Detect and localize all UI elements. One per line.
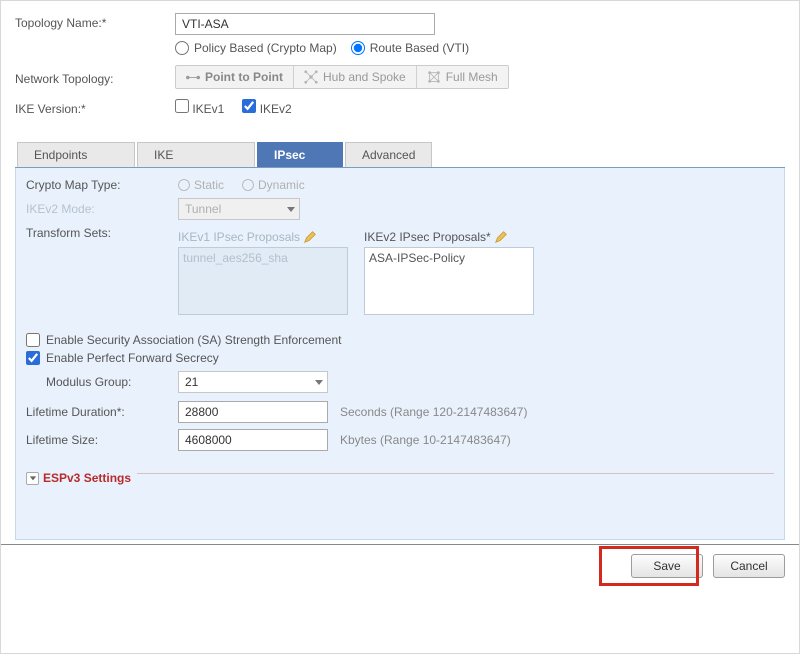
- network-topology-label: Network Topology:: [15, 69, 175, 86]
- sa-strength-label: Enable Security Association (SA) Strengt…: [46, 333, 341, 347]
- crypto-static-radio: Static: [178, 178, 224, 192]
- route-based-text: Route Based (VTI): [370, 41, 469, 55]
- topology-name-input[interactable]: [175, 13, 435, 35]
- ikev2-mode-select: Tunnel: [178, 198, 300, 220]
- route-based-radio-label[interactable]: Route Based (VTI): [351, 41, 469, 55]
- chevron-down-icon: [315, 380, 323, 385]
- dialog-footer: Save Cancel: [1, 544, 799, 586]
- ipsec-panel: Crypto Map Type: Static Dynamic IKEv2 Mo…: [15, 168, 785, 540]
- tab-advanced[interactable]: Advanced: [345, 142, 432, 167]
- seg-full-mesh[interactable]: Full Mesh: [417, 66, 508, 88]
- seg-point-to-point[interactable]: Point to Point: [176, 66, 294, 88]
- topology-name-label: Topology Name:*: [15, 13, 175, 30]
- ikev2-checkbox[interactable]: [242, 99, 256, 113]
- lifetime-size-label: Lifetime Size:: [26, 433, 178, 447]
- seg-hub-and-spoke[interactable]: Hub and Spoke: [294, 66, 417, 88]
- mesh-icon: [427, 70, 441, 84]
- policy-based-radio-label[interactable]: Policy Based (Crypto Map): [175, 41, 337, 55]
- vpn-topology-editor: Topology Name:* Policy Based (Crypto Map…: [1, 1, 799, 544]
- tab-endpoints[interactable]: Endpoints: [17, 142, 135, 167]
- ptp-icon: [186, 70, 200, 84]
- lifetime-duration-input[interactable]: [178, 401, 328, 423]
- sa-strength-checkbox[interactable]: [26, 333, 40, 347]
- transform-sets-label: Transform Sets:: [26, 226, 178, 240]
- route-based-radio[interactable]: [351, 41, 365, 55]
- policy-based-text: Policy Based (Crypto Map): [194, 41, 337, 55]
- network-topology-segmented: Point to Point Hub and Spoke Full Mesh: [175, 65, 509, 89]
- espv3-settings-header[interactable]: ESPv3 Settings: [26, 471, 131, 485]
- ikev2-proposals-list[interactable]: ASA-IPSec-Policy: [364, 247, 534, 315]
- pencil-icon[interactable]: [494, 230, 508, 244]
- pfs-checkbox[interactable]: [26, 351, 40, 365]
- ikev2-checkbox-label[interactable]: IKEv2: [242, 99, 291, 116]
- ikev2-mode-label: IKEv2 Mode:: [26, 202, 178, 216]
- hub-icon: [304, 70, 318, 84]
- policy-based-radio[interactable]: [175, 41, 189, 55]
- crypto-map-type-options: Static Dynamic: [178, 178, 305, 192]
- crypto-dynamic-radio: Dynamic: [242, 178, 305, 192]
- ikev1-checkbox-label[interactable]: IKEv1: [175, 99, 224, 116]
- disclosure-icon[interactable]: [26, 472, 39, 485]
- ike-version-label: IKE Version:*: [15, 99, 175, 116]
- ikev1-proposals-title: IKEv1 IPsec Proposals: [178, 230, 348, 244]
- lifetime-size-help: Kbytes (Range 10-2147483647): [340, 433, 511, 447]
- tab-ike[interactable]: IKE: [137, 142, 255, 167]
- tab-ipsec[interactable]: IPsec: [257, 142, 343, 167]
- lifetime-size-input[interactable]: [178, 429, 328, 451]
- cancel-button[interactable]: Cancel: [713, 554, 785, 578]
- divider: [137, 473, 774, 474]
- modulus-group-select[interactable]: 21: [178, 371, 328, 393]
- ipsec-tabstrip: Endpoints IKE IPsec Advanced: [15, 142, 785, 168]
- save-button[interactable]: Save: [631, 554, 703, 578]
- lifetime-duration-label: Lifetime Duration*:: [26, 405, 178, 419]
- pencil-icon: [303, 230, 317, 244]
- lifetime-duration-help: Seconds (Range 120-2147483647): [340, 405, 527, 419]
- crypto-map-type-label: Crypto Map Type:: [26, 178, 178, 192]
- modulus-group-label: Modulus Group:: [46, 375, 178, 389]
- ikev1-proposals-list: tunnel_aes256_sha: [178, 247, 348, 315]
- ikev1-checkbox[interactable]: [175, 99, 189, 113]
- pfs-label: Enable Perfect Forward Secrecy: [46, 351, 219, 365]
- chevron-down-icon: [287, 207, 295, 212]
- ikev2-proposals-title: IKEv2 IPsec Proposals*: [364, 230, 534, 244]
